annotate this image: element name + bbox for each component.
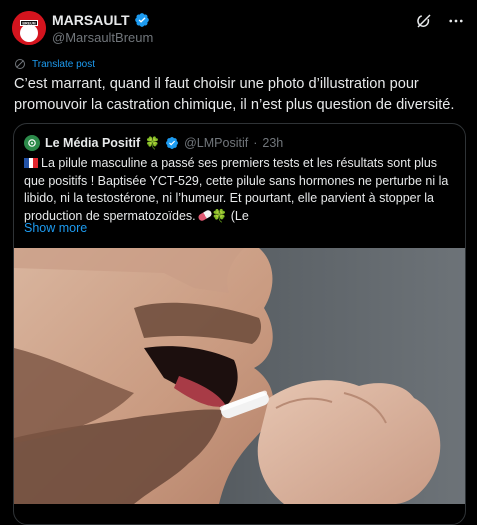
- translate-post-label: Translate post: [32, 58, 95, 70]
- post-actions: [415, 12, 465, 30]
- grok-icon[interactable]: [415, 12, 433, 30]
- pill-icon: [196, 208, 213, 222]
- quoted-post-image[interactable]: [14, 248, 465, 504]
- quoted-post-text: La pilule masculine a passé ses premiers…: [24, 155, 459, 225]
- author-avatar[interactable]: BREUM: [12, 11, 46, 45]
- translate-icon: [15, 59, 25, 69]
- quoted-post-header: Le Média Positif 🍀 @LMPositif · 23h: [24, 135, 283, 151]
- quoted-text-tail: (Le: [230, 208, 249, 223]
- quoted-post[interactable]: Le Média Positif 🍀 @LMPositif · 23h La p…: [13, 123, 466, 525]
- author-handle[interactable]: @MarsaultBreum: [52, 30, 153, 45]
- france-flag-icon: [24, 156, 38, 168]
- inline-clover-icon: 🍀: [211, 208, 228, 223]
- quoted-separator: ·: [253, 136, 258, 150]
- quoted-author-handle[interactable]: @LMPositif: [184, 136, 248, 150]
- quoted-verified-badge-icon: [166, 137, 179, 149]
- quoted-author-name[interactable]: Le Média Positif: [45, 136, 140, 150]
- more-options-icon[interactable]: [447, 12, 465, 30]
- author-name[interactable]: MARSAULT: [52, 12, 130, 28]
- avatar-logo-text: BREUM: [22, 22, 35, 26]
- quoted-timestamp[interactable]: 23h: [262, 136, 283, 150]
- post-text: C’est marrant, quand il faut choisir une…: [14, 76, 455, 113]
- show-more-link[interactable]: Show more: [24, 221, 87, 235]
- quoted-author-avatar[interactable]: [24, 135, 40, 151]
- verified-badge-icon: [134, 13, 149, 27]
- author-name-row: MARSAULT: [52, 12, 150, 28]
- translate-post-button[interactable]: Translate post: [14, 58, 95, 70]
- four-leaf-clover-icon: 🍀: [145, 136, 161, 150]
- quoted-avatar-logo-icon: [28, 139, 36, 147]
- post: BREUM MARSAULT @MarsaultBreum Translate …: [0, 0, 477, 525]
